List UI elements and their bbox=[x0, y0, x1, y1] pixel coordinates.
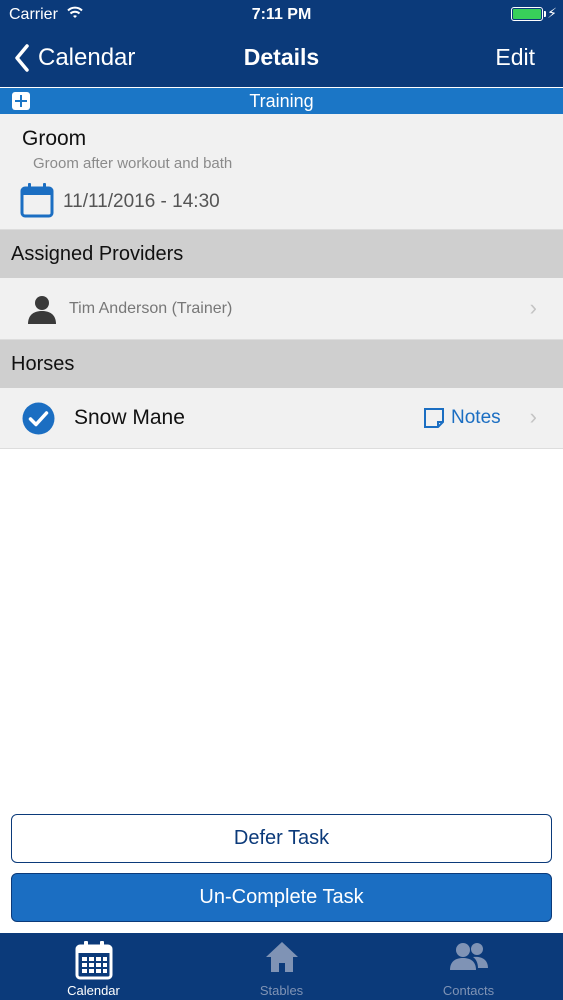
providers-header: Assigned Providers bbox=[11, 243, 184, 265]
provider-row[interactable]: Tim Anderson (Trainer) › bbox=[0, 278, 563, 340]
tab-bar: Calendar Stables Contacts bbox=[0, 933, 563, 1000]
calendar-grid-icon bbox=[75, 941, 112, 980]
tab-contacts[interactable]: Contacts bbox=[375, 933, 562, 1000]
horses-header: Horses bbox=[11, 353, 75, 375]
chevron-right-icon: › bbox=[529, 295, 537, 320]
task-summary: Groom Groom after workout and bath 11/11… bbox=[0, 114, 563, 230]
note-icon bbox=[424, 408, 444, 428]
people-icon bbox=[449, 943, 488, 970]
calendar-icon bbox=[20, 183, 54, 218]
tab-stables-label: Stables bbox=[259, 983, 304, 998]
battery-icon bbox=[511, 7, 543, 21]
back-button[interactable]: Calendar bbox=[14, 42, 135, 74]
tab-contacts-label: Contacts bbox=[442, 983, 495, 998]
notes-button[interactable]: Notes bbox=[423, 407, 501, 429]
provider-name: Tim Anderson (Trainer) bbox=[69, 300, 233, 317]
defer-task-button[interactable]: Defer Task bbox=[11, 814, 552, 863]
checkmark-circle-icon[interactable] bbox=[22, 402, 55, 435]
navigation-bar: Calendar Details Edit bbox=[0, 30, 563, 87]
task-datetime: 11/11/2016 - 14:30 bbox=[63, 191, 220, 212]
section-header-providers: Assigned Providers bbox=[0, 230, 563, 278]
back-button-label: Calendar bbox=[38, 44, 136, 71]
tab-calendar-label: Calendar bbox=[67, 983, 120, 998]
category-label: Training bbox=[249, 91, 314, 111]
status-bar: Carrier 7:11 PM ⚡ bbox=[0, 0, 563, 30]
status-time: 7:11 PM bbox=[251, 6, 312, 23]
chevron-right-icon: › bbox=[529, 404, 537, 429]
notes-label: Notes bbox=[451, 407, 501, 428]
chevron-left-icon bbox=[15, 44, 29, 72]
section-header-horses: Horses bbox=[0, 340, 563, 388]
top-bar: Carrier 7:11 PM ⚡ Calendar Details Edit bbox=[0, 0, 563, 87]
horse-row[interactable]: Snow Mane Notes › bbox=[0, 388, 563, 449]
person-icon bbox=[28, 296, 56, 324]
charging-icon: ⚡ bbox=[547, 5, 557, 21]
task-name: Groom bbox=[22, 127, 87, 150]
tab-stables[interactable]: Stables bbox=[188, 933, 375, 1000]
battery-tip bbox=[544, 11, 546, 17]
horse-name: Snow Mane bbox=[74, 406, 185, 429]
tab-calendar[interactable]: Calendar bbox=[0, 933, 187, 1000]
category-bar: Training bbox=[0, 88, 563, 114]
home-icon bbox=[265, 942, 298, 972]
uncomplete-task-button[interactable]: Un-Complete Task bbox=[11, 873, 552, 922]
edit-button[interactable]: Edit bbox=[495, 44, 535, 71]
task-description: Groom after workout and bath bbox=[33, 155, 233, 172]
